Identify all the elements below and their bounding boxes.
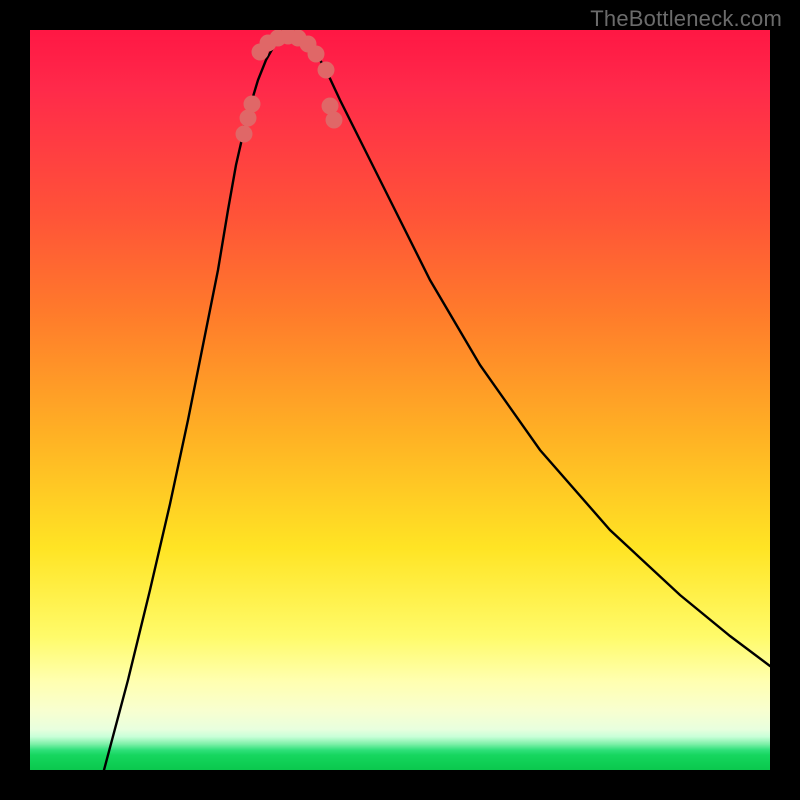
data-marker: [318, 62, 335, 79]
marker-group: [236, 30, 343, 143]
watermark-text: TheBottleneck.com: [590, 6, 782, 32]
curve-left: [104, 34, 292, 770]
chart-frame: TheBottleneck.com: [0, 0, 800, 800]
data-marker: [326, 112, 343, 129]
data-marker: [308, 46, 325, 63]
curve-right: [292, 34, 770, 666]
plot-area: [30, 30, 770, 770]
data-marker: [236, 126, 253, 143]
curve-svg: [30, 30, 770, 770]
data-marker: [244, 96, 261, 113]
